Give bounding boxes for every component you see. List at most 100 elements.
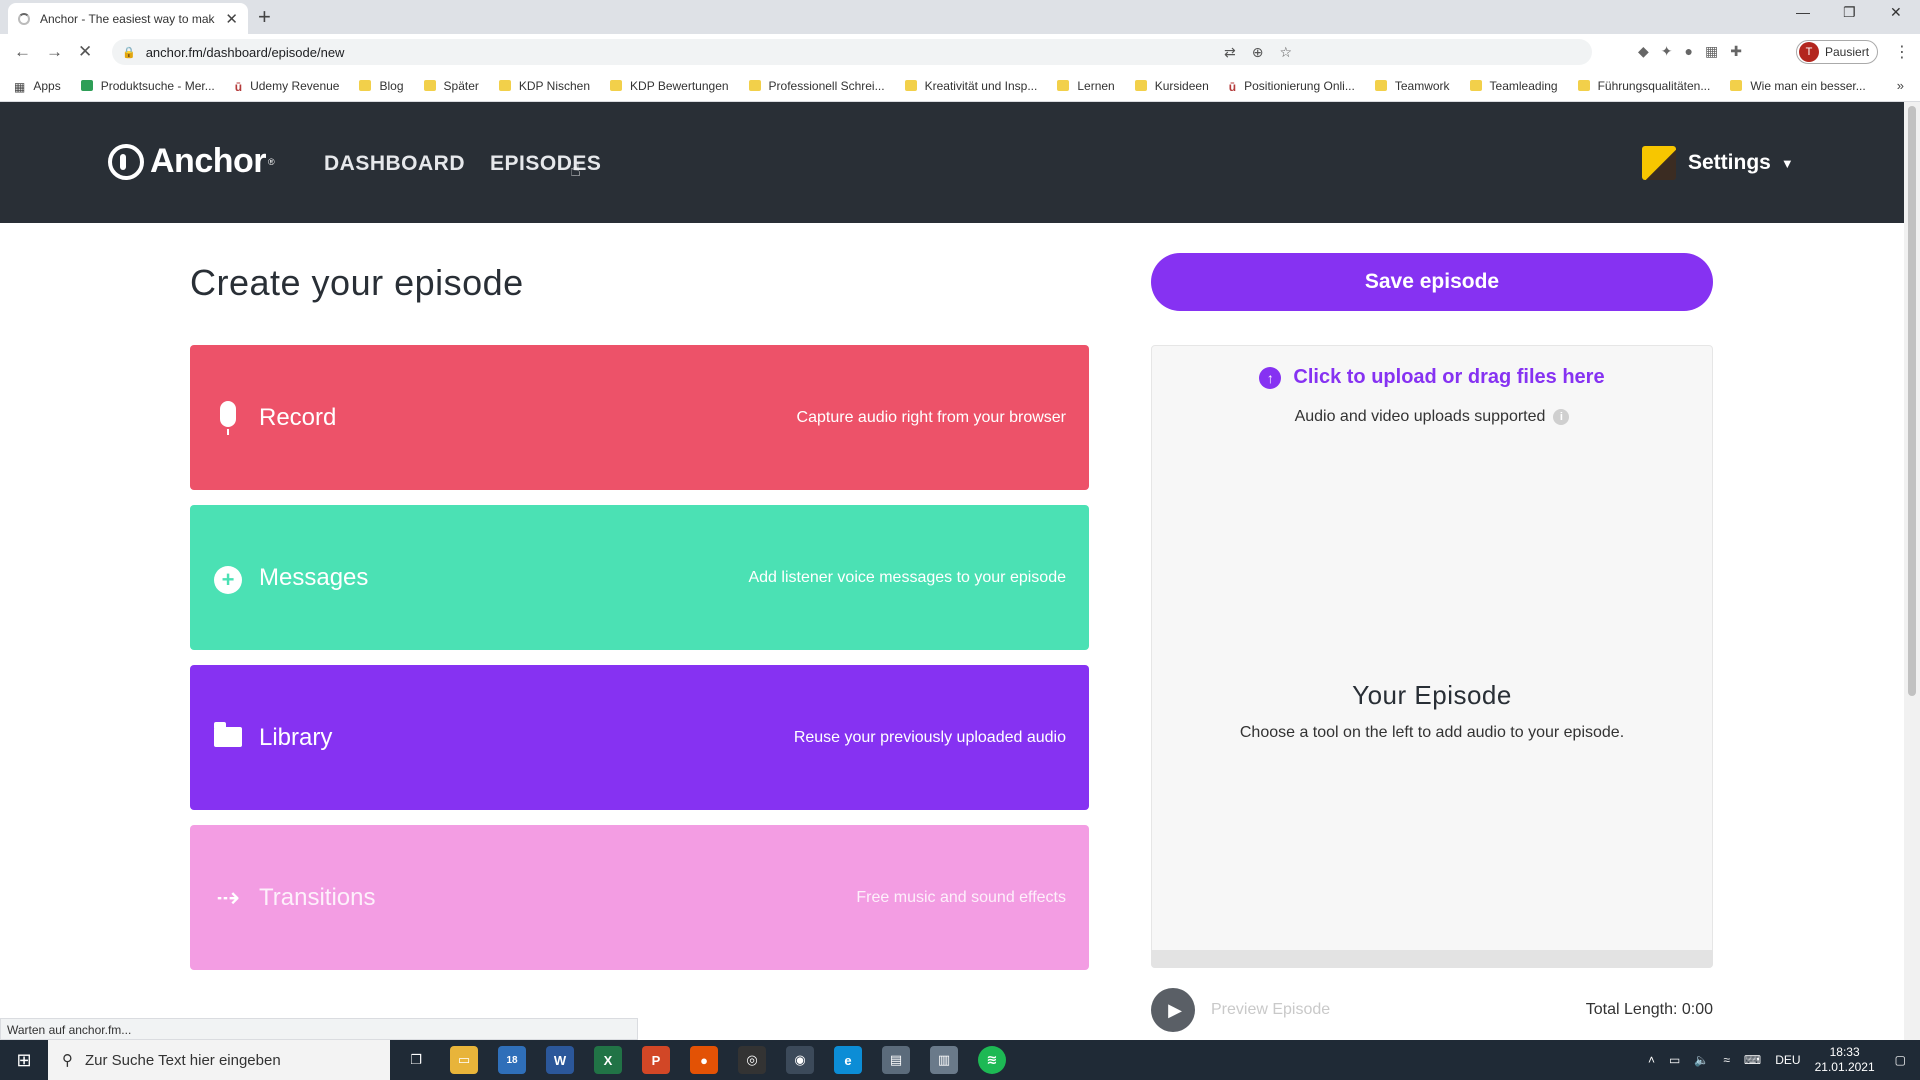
restore-icon[interactable]: ❐ xyxy=(1843,4,1856,21)
page-scrollbar[interactable] xyxy=(1904,102,1920,1040)
language-indicator[interactable]: DEU xyxy=(1775,1053,1800,1067)
spotify-icon[interactable]: ≋ xyxy=(978,1046,1006,1074)
udemy-icon: ū xyxy=(1228,80,1237,94)
volume-icon[interactable]: 🔈 xyxy=(1694,1053,1709,1067)
lock-icon: 🔒 xyxy=(122,46,136,59)
preview-episode-label: Preview Episode xyxy=(1211,1001,1331,1018)
tray-chevron-up-icon[interactable]: ˄ xyxy=(1648,1053,1655,1067)
profile-button[interactable]: T Pausiert xyxy=(1796,40,1879,64)
info-icon[interactable]: i xyxy=(1553,409,1570,425)
puzzle-icon[interactable]: ✚ xyxy=(1730,43,1742,60)
windows-start-icon[interactable]: ⊞ xyxy=(0,1040,48,1080)
mail-badge: 18 xyxy=(506,1054,518,1066)
app-tool-icon[interactable]: ▤ xyxy=(882,1046,910,1074)
messages-tool-card[interactable]: + Messages Add listener voice messages t… xyxy=(190,505,1089,650)
browser-tab[interactable]: Anchor - The easiest way to mak ✕ xyxy=(8,3,248,34)
support-label: Audio and video uploads supported xyxy=(1294,408,1546,425)
bookmark-item[interactable]: ▦ Apps xyxy=(14,79,61,95)
minimize-icon[interactable]: — xyxy=(1796,4,1810,20)
chevron-down-icon: ▼ xyxy=(1780,155,1794,171)
search-icon: ⚲ xyxy=(62,1052,73,1069)
app-document-icon[interactable]: ▥ xyxy=(930,1046,958,1074)
close-icon[interactable]: ✕ xyxy=(225,10,238,28)
task-view-icon[interactable]: ❐ xyxy=(402,1046,430,1074)
url-field[interactable]: 🔒 anchor.fm/dashboard/episode/new ⇄ ⊕ ☆ xyxy=(112,39,1592,65)
tool-name: Record xyxy=(259,403,337,431)
edge-icon[interactable]: e xyxy=(834,1046,862,1074)
grid-extension-icon[interactable]: ▦ xyxy=(1705,43,1718,60)
hand-cursor-icon: ☝ xyxy=(570,160,581,180)
tray-network-icon[interactable]: ▭ xyxy=(1669,1053,1680,1067)
keyboard-icon[interactable]: ⌨ xyxy=(1744,1053,1761,1067)
bookmark-star-icon[interactable]: ☆ xyxy=(1279,44,1292,61)
stop-loading-icon[interactable]: ✕ xyxy=(78,42,92,62)
folder-icon xyxy=(610,80,623,91)
extension-red-icon[interactable]: ● xyxy=(1685,43,1693,60)
iq-extension-icon[interactable]: ◆ xyxy=(1638,43,1649,60)
folder-icon xyxy=(1374,80,1387,91)
new-tab-button[interactable]: + xyxy=(258,4,271,30)
bookmark-item[interactable]: Blog xyxy=(359,79,404,93)
bookmark-item[interactable]: KDP Nischen xyxy=(498,79,590,93)
library-tool-card[interactable]: Library Reuse your previously uploaded a… xyxy=(190,665,1089,810)
translate-icon[interactable]: ⇄ xyxy=(1224,44,1236,61)
upload-label: Click to upload or drag files here xyxy=(1293,366,1605,388)
forward-icon[interactable]: → xyxy=(46,42,63,62)
loading-spinner-icon xyxy=(18,12,30,25)
bookmark-item[interactable]: Teamwork xyxy=(1374,79,1450,93)
tool-description: Capture audio right from your browser xyxy=(796,408,1066,426)
panel-footer-bar xyxy=(1151,950,1713,968)
save-episode-button[interactable]: Save episode xyxy=(1151,253,1713,311)
bookmark-item[interactable]: KDP Bewertungen xyxy=(610,79,729,93)
add-message-icon: + xyxy=(213,562,243,594)
word-icon[interactable]: W xyxy=(546,1046,574,1074)
bookmark-item[interactable]: Lernen xyxy=(1057,79,1115,93)
bookmark-item[interactable]: Professionell Schrei... xyxy=(748,79,885,93)
back-icon[interactable]: ← xyxy=(14,42,31,62)
bookmarks-more-button[interactable]: » xyxy=(1897,78,1904,93)
episode-panel: ↑ Click to upload or drag files here Aud… xyxy=(1151,345,1713,968)
excel-icon[interactable]: X xyxy=(594,1046,622,1074)
anchor-logo[interactable]: Anchor ® xyxy=(108,142,275,181)
bookmark-item[interactable]: Später xyxy=(423,79,479,93)
bookmark-item[interactable]: Führungsqualitäten... xyxy=(1577,79,1710,93)
bookmark-item[interactable]: Teamleading xyxy=(1469,79,1558,93)
wifi-icon[interactable]: ≈ xyxy=(1723,1053,1730,1067)
mail-icon[interactable]: 18 xyxy=(498,1046,526,1074)
app-orange-icon[interactable]: ● xyxy=(690,1046,718,1074)
window-close-icon[interactable]: ✕ xyxy=(1890,4,1902,21)
notifications-icon[interactable]: ▢ xyxy=(1895,1053,1906,1067)
nav-dashboard[interactable]: DASHBOARD xyxy=(324,152,465,176)
powerpoint-icon[interactable]: P xyxy=(642,1046,670,1074)
bookmark-item[interactable]: Produktsuche - Mer... xyxy=(80,79,215,93)
tool-description: Reuse your previously uploaded audio xyxy=(793,728,1066,746)
tool-description: Add listener voice messages to your epis… xyxy=(748,568,1066,586)
browser-tabbar: Anchor - The easiest way to mak ✕ + — ❐ … xyxy=(0,0,1920,34)
tab-title: Anchor - The easiest way to mak xyxy=(40,11,215,26)
anchor-logo-icon xyxy=(108,143,144,180)
folder-icon xyxy=(213,721,243,754)
record-tool-card[interactable]: Record Capture audio right from your bro… xyxy=(190,345,1089,490)
extension-icon[interactable]: ✦ xyxy=(1661,43,1673,60)
bookmark-item[interactable]: Kreativität und Insp... xyxy=(904,79,1037,93)
apps-icon: ▦ xyxy=(14,80,26,94)
taskbar-search[interactable]: ⚲ Zur Suche Text hier eingeben xyxy=(48,1040,390,1080)
taskbar-clock[interactable]: 18:33 21.01.2021 xyxy=(1815,1045,1875,1075)
bookmark-item[interactable]: ū Udemy Revenue xyxy=(235,79,340,95)
play-icon[interactable]: ▶ xyxy=(1151,988,1195,1032)
logo-text: Anchor xyxy=(150,142,267,180)
obs-icon[interactable]: ◎ xyxy=(738,1046,766,1074)
bookmark-favicon-icon xyxy=(80,80,93,91)
menu-kebab-icon[interactable]: ⋮ xyxy=(1894,42,1910,62)
scrollbar-thumb[interactable] xyxy=(1908,106,1916,696)
bookmark-item[interactable]: Kursideen xyxy=(1134,79,1209,93)
upload-link[interactable]: ↑ Click to upload or drag files here xyxy=(1152,366,1712,389)
file-explorer-icon[interactable]: ▭ xyxy=(450,1046,478,1074)
chrome-icon[interactable]: ◉ xyxy=(786,1046,814,1074)
zoom-icon[interactable]: ⊕ xyxy=(1252,44,1264,61)
bookmark-item[interactable]: ū Positionierung Onli... xyxy=(1228,79,1355,95)
bookmark-item[interactable]: Wie man ein besser... xyxy=(1730,79,1866,93)
transitions-tool-card[interactable]: ⇢ Transitions Free music and sound effec… xyxy=(190,825,1089,970)
settings-menu[interactable]: Settings ▼ xyxy=(1642,146,1794,180)
nav-episodes[interactable]: EPISODES xyxy=(490,152,601,176)
